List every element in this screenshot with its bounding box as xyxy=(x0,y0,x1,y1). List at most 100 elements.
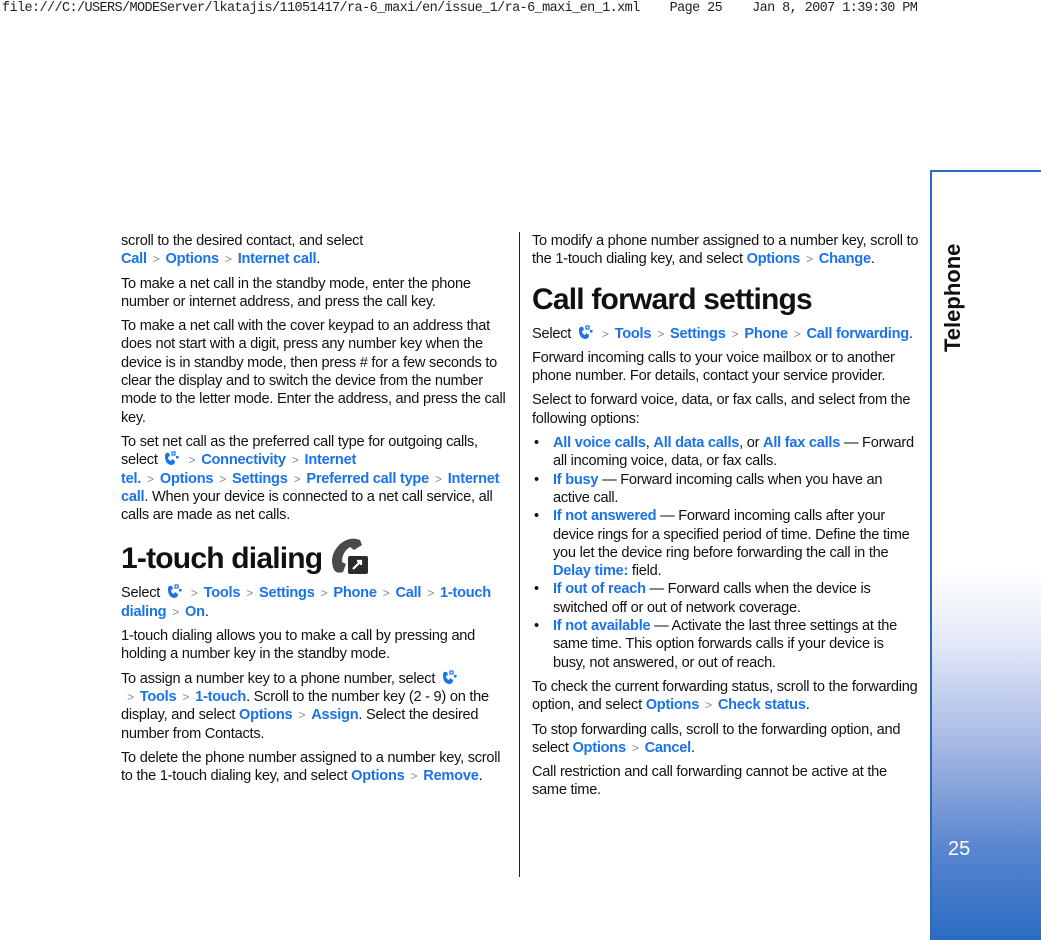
text: field. xyxy=(628,563,662,580)
menu-link-phone[interactable]: Phone xyxy=(744,326,788,342)
separator-chevron-icon: > xyxy=(147,471,154,486)
menu-link-tools[interactable]: Tools xyxy=(140,689,177,705)
heading-text: 1-touch dialing xyxy=(121,542,323,576)
text: scroll to the desired contact, and selec… xyxy=(121,233,364,249)
menu-link-options[interactable]: Options xyxy=(160,471,214,487)
menu-link-phone[interactable]: Phone xyxy=(333,585,377,601)
separator-chevron-icon: > xyxy=(320,586,328,601)
print-header-page: Page 25 xyxy=(669,1,723,16)
text: Select xyxy=(532,325,575,342)
paragraph: scroll to the desired contact, and selec… xyxy=(121,232,509,269)
option-if-out-of-reach[interactable]: If out of reach xyxy=(553,581,646,597)
separator-chevron-icon: > xyxy=(434,471,442,486)
text: . xyxy=(805,697,810,714)
separator-chevron-icon: > xyxy=(631,740,639,755)
bullet-icon: • xyxy=(534,581,539,598)
separator-chevron-icon: > xyxy=(657,326,664,341)
menu-link-on[interactable]: On xyxy=(185,604,205,620)
menu-link-assign[interactable]: Assign xyxy=(311,707,358,723)
paragraph: Select > Tools > Settings > Phone > Call forwar… xyxy=(532,324,920,343)
paragraph: To make a net call in the standby mode, … xyxy=(121,275,471,310)
menu-link-check-status[interactable]: Check status xyxy=(718,697,806,713)
paragraph: Forward incoming calls to your voice mai… xyxy=(532,349,895,385)
menu-link-remove[interactable]: Remove xyxy=(423,768,479,784)
menu-link-options[interactable]: Options xyxy=(646,697,700,713)
menu-link-cancel[interactable]: Cancel xyxy=(645,740,692,756)
list-item: • All voice calls, All data calls, or All… xyxy=(532,434,920,471)
column-divider xyxy=(519,232,520,877)
menu-link-options[interactable]: Options xyxy=(572,740,626,756)
menu-link-options[interactable]: Options xyxy=(239,707,293,723)
menu-link-call-forwarding[interactable]: Call forwarding xyxy=(806,326,909,342)
list-item: • If busy — Forward incoming calls when y… xyxy=(532,471,920,508)
menu-link-settings[interactable]: Settings xyxy=(232,471,288,487)
menu-link-tools[interactable]: Tools xyxy=(204,585,241,601)
menu-link-connectivity[interactable]: Connectivity xyxy=(201,452,286,468)
menu-link-call[interactable]: Call xyxy=(121,251,147,267)
menu-link-settings[interactable]: Settings xyxy=(259,585,315,601)
paragraph: To modify a phone number assigned to a n… xyxy=(532,232,920,269)
text: To assign a number key to a phone number… xyxy=(121,670,439,687)
separator-chevron-icon: > xyxy=(705,698,712,713)
paragraph: To delete the phone number assigned to a… xyxy=(121,749,509,786)
left-column: scroll to the desired contact, and selec… xyxy=(121,232,509,791)
menu-link-options[interactable]: Options xyxy=(166,251,220,267)
paragraph: To make a net call with the cover keypad… xyxy=(121,318,506,426)
separator-chevron-icon: > xyxy=(410,769,418,784)
bullet-icon: • xyxy=(534,471,539,488)
option-all-fax-calls[interactable]: All fax calls xyxy=(763,435,840,451)
print-header-timestamp: Jan 8, 2007 1:39:30 PM xyxy=(752,1,918,16)
menu-link-options[interactable]: Options xyxy=(351,768,405,784)
separator-chevron-icon: > xyxy=(601,326,609,341)
separator-chevron-icon: > xyxy=(152,252,160,267)
separator-chevron-icon: > xyxy=(172,604,180,619)
text: . xyxy=(204,603,209,620)
separator-chevron-icon: > xyxy=(219,471,227,486)
menu-link-options[interactable]: Options xyxy=(747,251,801,267)
paragraph: Call restriction and call forwarding can… xyxy=(532,764,887,799)
bullet-icon: • xyxy=(534,618,539,635)
separator-chevron-icon: > xyxy=(188,453,196,468)
text: . xyxy=(478,768,483,785)
separator-chevron-icon: > xyxy=(127,689,134,704)
text: , or xyxy=(739,435,764,452)
menu-link-preferred-call-type[interactable]: Preferred call type xyxy=(306,471,429,487)
paragraph: To check the current forwarding status, … xyxy=(532,678,920,715)
menu-link-settings[interactable]: Settings xyxy=(670,326,726,342)
option-all-data-calls[interactable]: All data calls xyxy=(653,435,739,451)
menu-link-call[interactable]: Call xyxy=(395,585,421,601)
option-all-voice-calls[interactable]: All voice calls xyxy=(553,435,646,451)
paragraph: Select to forward voice, data, or fax ca… xyxy=(532,392,911,427)
bullet-icon: • xyxy=(534,508,539,525)
phone-handset-icon xyxy=(332,539,369,575)
option-if-busy[interactable]: If busy xyxy=(553,472,599,488)
paragraph: Select > Tools > Settings > Phone > Call >1-touc… xyxy=(121,584,509,621)
menu-link-internet-call[interactable]: Internet call xyxy=(238,251,317,267)
section-heading-1-touch-dialing: 1-touch dialing xyxy=(121,536,509,578)
option-if-not-available[interactable]: If not available xyxy=(553,618,651,634)
print-header: file:///C:/USERS/MODEServer/lkatajis/110… xyxy=(2,1,918,16)
separator-chevron-icon: > xyxy=(793,326,801,341)
right-column: To modify a phone number assigned to a n… xyxy=(532,232,920,806)
menu-link-1-touch[interactable]: 1-touch xyxy=(195,689,246,705)
separator-chevron-icon: > xyxy=(382,586,390,601)
option-if-not-answered[interactable]: If not answered xyxy=(553,508,657,524)
text: Select xyxy=(121,585,164,602)
chapter-title: Telephone xyxy=(940,243,965,352)
separator-chevron-icon: > xyxy=(182,689,190,704)
paragraph: To assign a number key to a phone number… xyxy=(121,670,509,743)
text: . xyxy=(690,739,695,756)
field-delay-time[interactable]: Delay time: xyxy=(553,563,628,579)
text: . xyxy=(316,251,321,268)
page-number: 25 xyxy=(948,838,971,860)
separator-chevron-icon: > xyxy=(731,326,739,341)
list-item: • If not available — Activate the last th… xyxy=(532,617,920,672)
separator-chevron-icon: > xyxy=(291,453,299,468)
menu-link-tools[interactable]: Tools xyxy=(615,326,652,342)
menu-link-change[interactable]: Change xyxy=(819,251,871,267)
paragraph: To set net call as the preferred call ty… xyxy=(121,433,509,524)
separator-chevron-icon: > xyxy=(190,586,198,601)
separator-chevron-icon: > xyxy=(427,586,434,601)
menu-key-icon xyxy=(167,584,182,599)
text: . xyxy=(908,325,913,342)
